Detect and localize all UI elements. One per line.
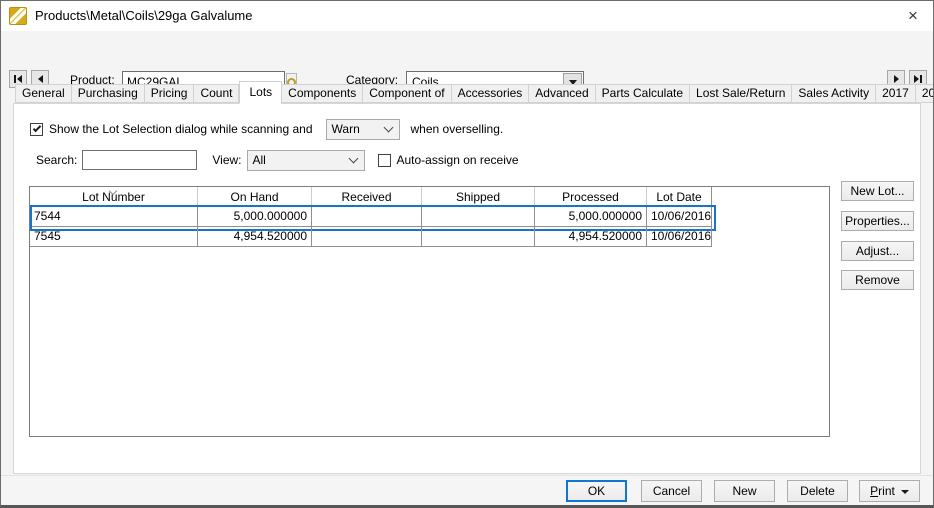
auto-assign-label: Auto-assign on receive [397, 153, 519, 167]
lots-table: Lot Number On Hand Received Shipped Proc… [29, 186, 830, 437]
lot-selection-label: Show the Lot Selection dialog while scan… [49, 122, 313, 136]
view-dropdown[interactable]: All [247, 150, 365, 171]
check-icon [32, 124, 40, 132]
search-label: Search: [36, 153, 77, 167]
tab-sales-activity[interactable]: Sales Activity [792, 84, 876, 103]
new-button[interactable]: New [714, 480, 775, 502]
tab-lots[interactable]: Lots [239, 81, 282, 104]
oversell-suffix-label: when overselling. [411, 122, 504, 136]
chevron-down-icon [383, 122, 393, 132]
delete-button[interactable]: Delete [787, 480, 848, 502]
tab-count[interactable]: Count [194, 84, 239, 103]
lots-table-header: Lot Number On Hand Received Shipped Proc… [30, 187, 829, 207]
tab-parts-calculate[interactable]: Parts Calculate [596, 84, 690, 103]
title-bar: Products\Metal\Coils\29ga Galvalume × [1, 1, 933, 31]
tab-general[interactable]: General [15, 84, 72, 103]
footer-bar: OK Cancel New Delete Print [1, 475, 933, 505]
app-icon [9, 7, 27, 25]
chevron-down-icon [901, 490, 909, 494]
tab-component-of[interactable]: Component of [363, 84, 451, 103]
view-value: All [248, 153, 350, 167]
tab-advanced[interactable]: Advanced [529, 84, 595, 103]
search-input[interactable] [82, 150, 197, 170]
tab-accessories[interactable]: Accessories [452, 84, 530, 103]
table-row[interactable]: 7544 5,000.000000 5,000.000000 10/06/201… [30, 207, 712, 227]
tab-2016[interactable]: 2016 [916, 84, 934, 103]
table-row[interactable]: 7545 4,954.520000 4,954.520000 10/06/201… [30, 227, 712, 247]
close-icon[interactable]: × [901, 5, 925, 27]
oversell-mode-value: Warn [327, 122, 385, 136]
search-row: Search: View: All Auto-assign on receive [36, 149, 519, 171]
tab-2017[interactable]: 2017 [876, 84, 916, 103]
column-header-shipped[interactable]: Shipped [422, 187, 535, 207]
oversell-option-row: Show the Lot Selection dialog while scan… [30, 118, 503, 140]
column-header-lot-date[interactable]: Lot Date [647, 187, 712, 207]
column-header-received[interactable]: Received [312, 187, 422, 207]
remove-button[interactable]: Remove [841, 270, 914, 290]
tab-strip: General Purchasing Pricing Count Lots Co… [15, 81, 934, 103]
tab-components[interactable]: Components [282, 84, 363, 103]
view-label: View: [212, 153, 241, 167]
tab-lost-sale-return[interactable]: Lost Sale/Return [690, 84, 792, 103]
print-button-label: Print [870, 484, 895, 498]
tab-purchasing[interactable]: Purchasing [72, 84, 145, 103]
oversell-mode-dropdown[interactable]: Warn [326, 119, 400, 140]
properties-button[interactable]: Properties... [841, 211, 914, 231]
auto-assign-checkbox[interactable] [378, 154, 391, 167]
tab-pricing[interactable]: Pricing [145, 84, 195, 103]
record-nav-row: Product: Category: Coils [1, 31, 933, 73]
print-button[interactable]: Print [859, 480, 920, 502]
window-title: Products\Metal\Coils\29ga Galvalume [35, 1, 253, 31]
new-lot-button[interactable]: New Lot... [841, 181, 914, 201]
chevron-down-icon [348, 153, 358, 163]
lot-selection-checkbox[interactable] [30, 123, 43, 136]
cancel-button[interactable]: Cancel [641, 480, 702, 502]
column-header-on-hand[interactable]: On Hand [198, 187, 312, 207]
ok-button[interactable]: OK [566, 480, 627, 502]
column-header-processed[interactable]: Processed [535, 187, 647, 207]
product-dialog: Products\Metal\Coils\29ga Galvalume × Pr… [0, 0, 934, 508]
column-header-lot-number[interactable]: Lot Number [30, 187, 198, 207]
adjust-button[interactable]: Adjust... [841, 241, 914, 261]
lots-tab-page: Show the Lot Selection dialog while scan… [13, 103, 921, 474]
